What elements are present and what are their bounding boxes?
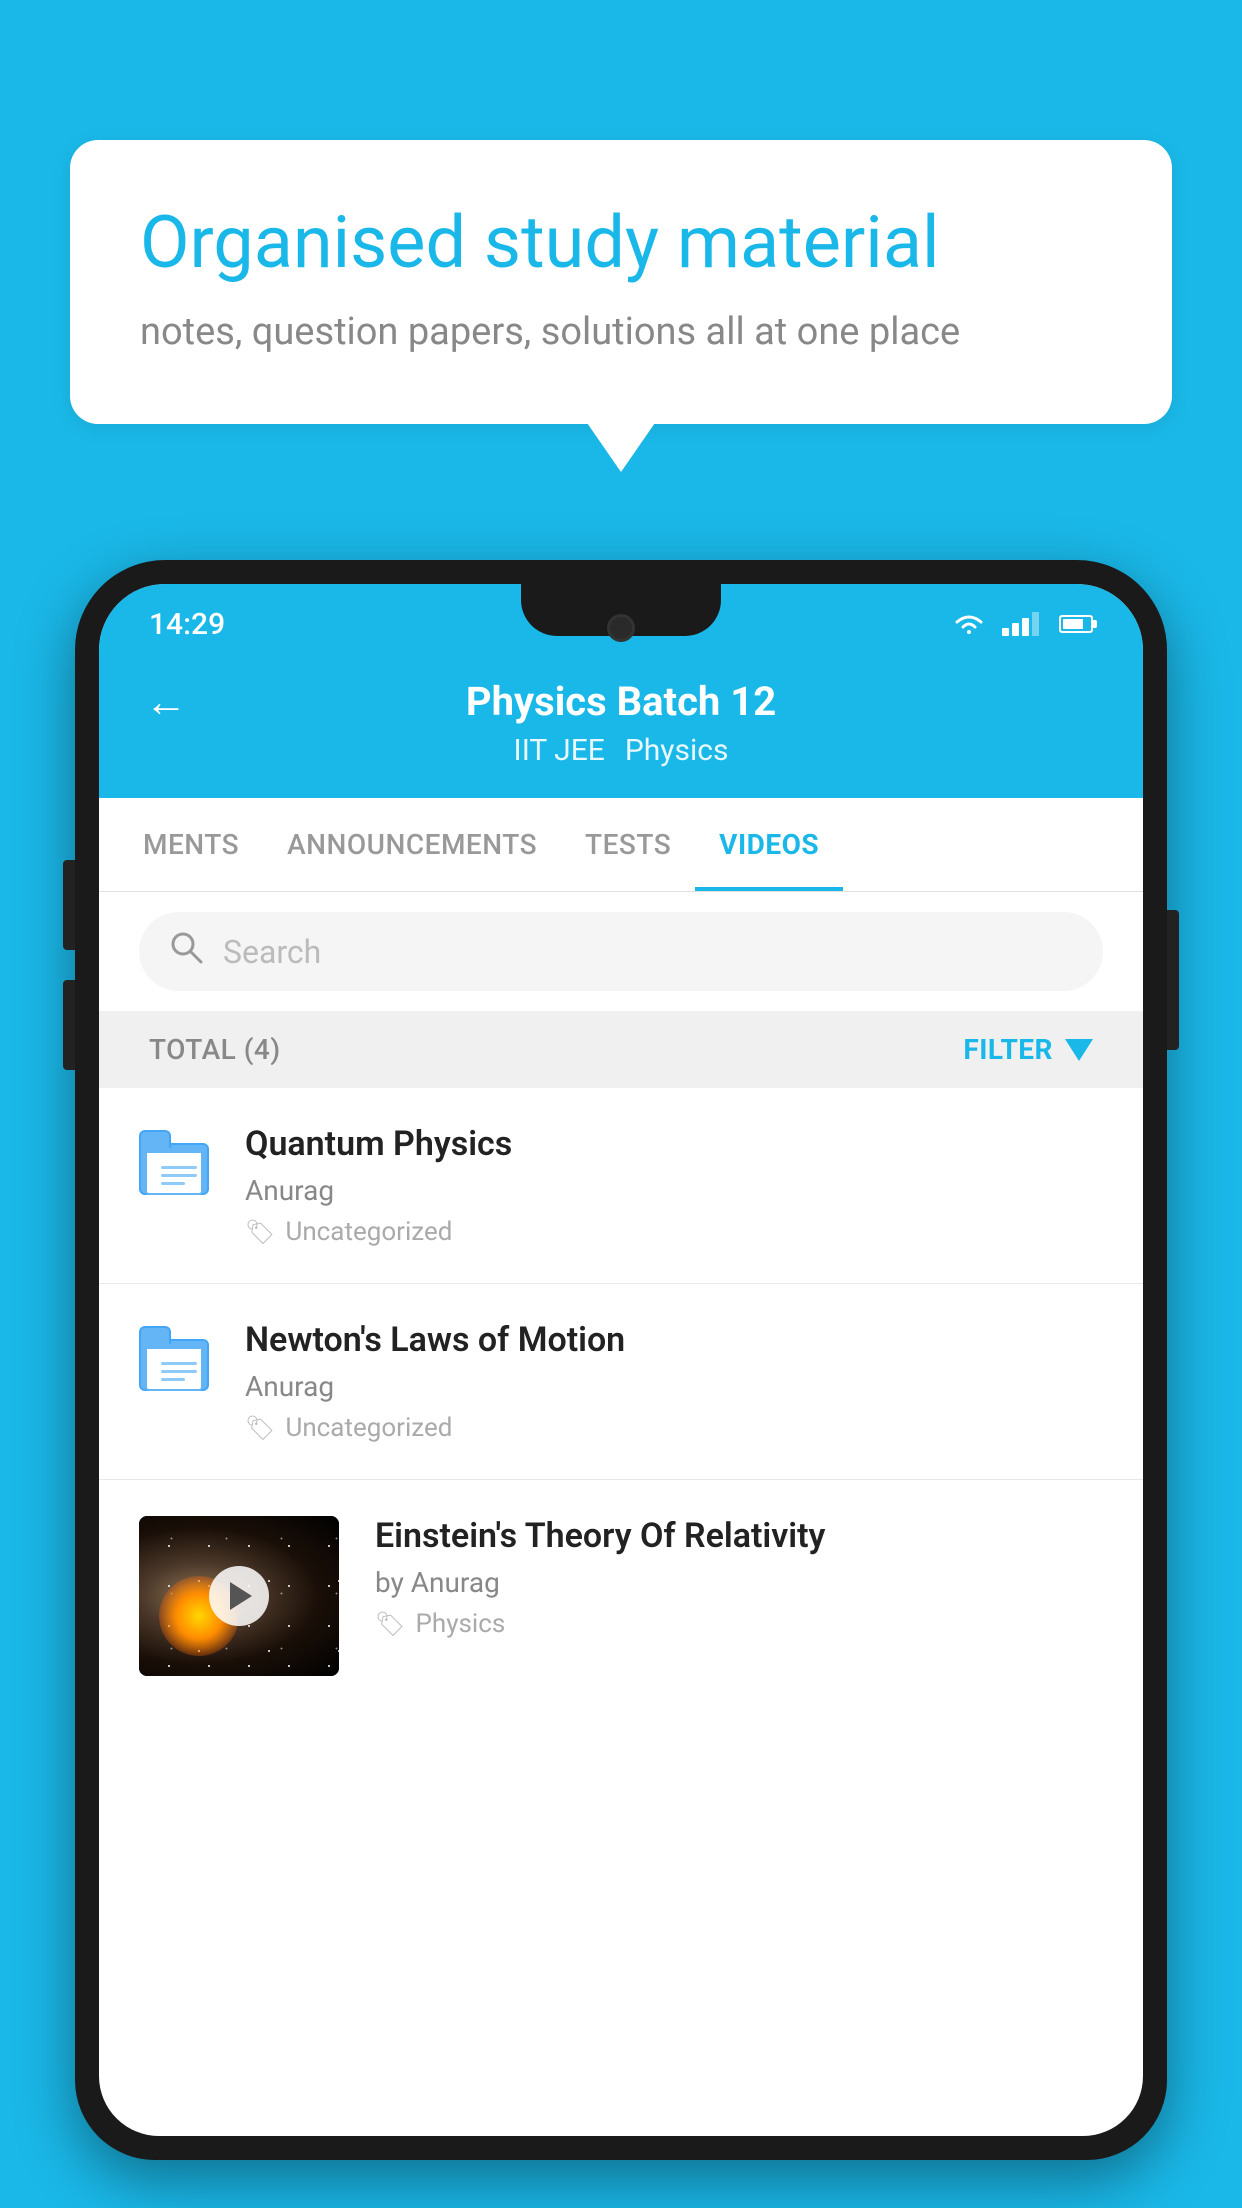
video-tag: 🏷 Uncategorized (245, 1413, 1103, 1443)
video-tag: 🏷 Uncategorized (245, 1217, 1103, 1247)
phone-notch (521, 584, 721, 636)
power-button (1167, 910, 1179, 1050)
search-bar[interactable]: Search (139, 912, 1103, 991)
video-author: Anurag (245, 1174, 1103, 1207)
filter-bar: TOTAL (4) FILTER (99, 1011, 1143, 1088)
app-header: ← Physics Batch 12 IIT JEE Physics (99, 654, 1143, 798)
tag-icon: 🏷 (375, 1610, 405, 1638)
video-author: by Anurag (375, 1566, 1103, 1599)
video-thumbnail (139, 1516, 339, 1676)
wifi-icon (952, 610, 986, 638)
volume-up-button (63, 860, 75, 950)
bubble-subtitle: notes, question papers, solutions all at… (140, 310, 1102, 354)
total-count: TOTAL (4) (149, 1033, 281, 1066)
tab-ments[interactable]: MENTS (119, 798, 263, 891)
status-icons (952, 610, 1093, 638)
search-placeholder: Search (223, 933, 321, 971)
phone-mockup: 14:29 (75, 560, 1167, 2208)
tag-icon: 🏷 (245, 1218, 275, 1246)
search-container: Search (99, 892, 1143, 1011)
play-button[interactable] (209, 1566, 269, 1626)
tag-icon: 🏷 (245, 1414, 275, 1442)
signal-icon (1002, 612, 1039, 636)
video-title: Einstein's Theory Of Relativity (375, 1516, 1103, 1556)
header-subtitle: IIT JEE Physics (514, 733, 729, 768)
folder-icon (139, 1326, 209, 1391)
search-icon (169, 930, 203, 973)
phone-screen: 14:29 (99, 584, 1143, 2136)
filter-icon (1065, 1039, 1093, 1061)
video-author: Anurag (245, 1370, 1103, 1403)
header-tag-physics: Physics (625, 733, 729, 768)
speech-bubble: Organised study material notes, question… (70, 140, 1172, 424)
play-icon (230, 1582, 252, 1610)
status-time: 14:29 (149, 607, 225, 642)
promo-section: Organised study material notes, question… (70, 140, 1172, 424)
video-list: Quantum Physics Anurag 🏷 Uncategorized (99, 1088, 1143, 1712)
list-item[interactable]: Quantum Physics Anurag 🏷 Uncategorized (99, 1088, 1143, 1284)
battery-icon (1059, 615, 1093, 633)
list-item[interactable]: Einstein's Theory Of Relativity by Anura… (99, 1480, 1143, 1712)
page-title: Physics Batch 12 (466, 678, 776, 725)
video-info: Newton's Laws of Motion Anurag 🏷 Uncateg… (245, 1320, 1103, 1443)
video-title: Newton's Laws of Motion (245, 1320, 1103, 1360)
phone-outer: 14:29 (75, 560, 1167, 2160)
tabs-container: MENTS ANNOUNCEMENTS TESTS VIDEOS (99, 798, 1143, 892)
header-tag-iitjee: IIT JEE (514, 733, 605, 768)
bubble-title: Organised study material (140, 200, 1102, 286)
video-info: Einstein's Theory Of Relativity by Anura… (375, 1516, 1103, 1639)
folder-icon (139, 1130, 209, 1195)
video-title: Quantum Physics (245, 1124, 1103, 1164)
front-camera (607, 614, 635, 642)
tab-videos[interactable]: VIDEOS (695, 798, 843, 891)
volume-down-button (63, 980, 75, 1070)
list-item[interactable]: Newton's Laws of Motion Anurag 🏷 Uncateg… (99, 1284, 1143, 1480)
filter-button[interactable]: FILTER (963, 1033, 1093, 1066)
video-info: Quantum Physics Anurag 🏷 Uncategorized (245, 1124, 1103, 1247)
back-button[interactable]: ← (145, 678, 187, 727)
tab-announcements[interactable]: ANNOUNCEMENTS (263, 798, 561, 891)
video-tag: 🏷 Physics (375, 1609, 1103, 1639)
tab-tests[interactable]: TESTS (561, 798, 695, 891)
